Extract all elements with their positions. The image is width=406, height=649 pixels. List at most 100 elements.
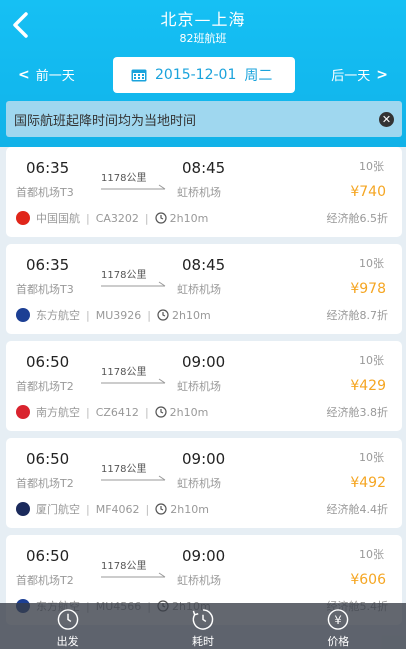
arrival-time: 09:00 bbox=[182, 353, 226, 371]
flight-number: MF4062 bbox=[95, 502, 140, 516]
flight-distance: 1178公里 bbox=[101, 464, 147, 475]
arrival-airport: 虹桥机场 bbox=[177, 574, 221, 587]
flight-number: CA3202 bbox=[95, 211, 139, 225]
separator: | bbox=[144, 211, 149, 225]
departure-time: 06:50 bbox=[26, 353, 70, 371]
airline-name: 厦门航空 bbox=[36, 503, 80, 516]
departure-time: 06:35 bbox=[26, 159, 70, 177]
airline-logo-icon bbox=[16, 211, 30, 225]
selected-weekday: 周二 bbox=[244, 68, 273, 84]
clock-icon bbox=[57, 609, 78, 630]
arrival-time: 08:45 bbox=[182, 256, 226, 274]
arrival-airport: 虹桥机场 bbox=[177, 283, 221, 296]
seats-left: 10张 bbox=[359, 257, 384, 270]
route-arrow-icon bbox=[101, 378, 166, 384]
airline-info: 东方航空 | MU3926 | 2h10m bbox=[16, 307, 211, 323]
previous-day-button[interactable]: < 前一天 bbox=[12, 65, 75, 85]
departure-time: 06:50 bbox=[26, 547, 70, 565]
tab-departure-label: 出发 bbox=[56, 635, 79, 648]
cabin-discount: 经济舱8.7折 bbox=[326, 309, 389, 322]
flight-count: 82班航班 bbox=[179, 32, 227, 45]
flight-duration: 2h10m bbox=[169, 211, 209, 225]
ticket-price: ¥740 bbox=[350, 184, 386, 200]
date-selector-bar: < 前一天 2015-12-01 周二 后一天 > bbox=[0, 57, 406, 93]
airline-logo-icon bbox=[16, 502, 30, 516]
airline-info: 厦门航空 | MF4062 | 2h10m bbox=[16, 501, 209, 517]
clock-icon bbox=[157, 309, 169, 321]
selected-date: 2015-12-01 bbox=[155, 67, 237, 83]
departure-airport: 首都机场T2 bbox=[16, 380, 74, 393]
airline-logo-icon bbox=[16, 405, 30, 419]
yen-glyph: ¥ bbox=[335, 613, 342, 627]
clock-icon bbox=[155, 212, 167, 224]
airline-info: 南方航空 | CZ6412 | 2h10m bbox=[16, 404, 208, 420]
chevron-right-icon: > bbox=[376, 66, 388, 83]
date-picker[interactable]: 2015-12-01 周二 bbox=[113, 57, 295, 93]
flight-number: MU3926 bbox=[95, 308, 142, 322]
clock-icon bbox=[155, 406, 167, 418]
ticket-price: ¥492 bbox=[350, 475, 386, 491]
flight-number: CZ6412 bbox=[95, 405, 139, 419]
flight-card[interactable]: 06:50 1178公里 09:00 首都机场T2 虹桥机场 厦门航空 | MF… bbox=[6, 438, 402, 528]
close-icon[interactable]: ✕ bbox=[379, 112, 394, 127]
clock-icon bbox=[155, 503, 167, 515]
airline-name: 中国国航 bbox=[36, 212, 80, 225]
separator: | bbox=[86, 211, 90, 225]
airline-info: 中国国航 | CA3202 | 2h10m bbox=[16, 210, 208, 226]
tab-price-label: 价格 bbox=[327, 635, 350, 648]
seats-left: 10张 bbox=[359, 354, 384, 367]
airline-name: 南方航空 bbox=[36, 406, 80, 419]
seats-left: 10张 bbox=[359, 548, 384, 561]
arrival-time: 09:00 bbox=[182, 547, 226, 565]
top-header: 北京—上海 82班航班 < 前一天 2015-12-01 周二 后一天 > 国际… bbox=[0, 0, 406, 147]
departure-airport: 首都机场T3 bbox=[16, 283, 74, 296]
cabin-discount: 经济舱3.8折 bbox=[326, 406, 389, 419]
separator: | bbox=[86, 502, 90, 516]
cabin-discount: 经济舱6.5折 bbox=[326, 212, 389, 225]
separator: | bbox=[86, 308, 90, 322]
ticket-price: ¥606 bbox=[350, 572, 386, 588]
flight-duration: 2h10m bbox=[169, 405, 209, 419]
flight-distance: 1178公里 bbox=[101, 270, 147, 281]
calendar-icon bbox=[131, 69, 147, 82]
tab-sort-departure[interactable]: 出发 bbox=[0, 603, 135, 649]
tab-sort-duration[interactable]: 耗时 bbox=[135, 603, 270, 649]
separator: | bbox=[145, 502, 150, 516]
departure-airport: 首都机场T3 bbox=[16, 186, 74, 199]
flight-duration: 2h10m bbox=[171, 308, 211, 322]
departure-airport: 首都机场T2 bbox=[16, 477, 74, 490]
route-arrow-icon bbox=[101, 475, 166, 481]
flight-duration: 2h10m bbox=[170, 502, 209, 516]
timezone-notice: 国际航班起降时间均为当地时间 ✕ bbox=[6, 101, 402, 137]
next-day-label: 后一天 bbox=[331, 69, 371, 84]
sort-tab-bar: 出发 耗时 ¥ 价格 bbox=[0, 603, 406, 649]
route-arrow-icon bbox=[101, 184, 166, 190]
flight-card[interactable]: 06:35 1178公里 08:45 首都机场T3 虹桥机场 东方航空 | MU… bbox=[6, 244, 402, 334]
previous-day-label: 前一天 bbox=[35, 69, 75, 84]
flight-card[interactable]: 06:35 1178公里 08:45 首都机场T3 虹桥机场 中国国航 | CA… bbox=[6, 147, 402, 237]
seats-left: 10张 bbox=[359, 160, 384, 173]
arrival-airport: 虹桥机场 bbox=[177, 477, 221, 490]
tab-sort-price[interactable]: ¥ 价格 bbox=[271, 603, 406, 649]
flight-distance: 1178公里 bbox=[101, 367, 147, 378]
route-arrow-icon bbox=[101, 281, 166, 287]
flight-distance: 1178公里 bbox=[101, 561, 147, 572]
cabin-discount: 经济舱4.4折 bbox=[326, 503, 389, 516]
separator: | bbox=[144, 405, 149, 419]
notice-text: 国际航班起降时间均为当地时间 bbox=[14, 113, 197, 129]
separator: | bbox=[86, 405, 90, 419]
flight-distance: 1178公里 bbox=[101, 173, 147, 184]
route-title: 北京—上海 bbox=[160, 10, 246, 29]
airline-name: 东方航空 bbox=[36, 309, 80, 322]
departure-time: 06:35 bbox=[26, 256, 70, 274]
flight-card[interactable]: 06:50 1178公里 09:00 首都机场T2 虹桥机场 南方航空 | CZ… bbox=[6, 341, 402, 431]
arrival-airport: 虹桥机场 bbox=[177, 186, 221, 199]
route-arrow-icon bbox=[101, 572, 166, 578]
arrival-time: 09:00 bbox=[182, 450, 226, 468]
yen-icon: ¥ bbox=[328, 609, 349, 630]
ticket-price: ¥429 bbox=[350, 378, 386, 394]
separator: | bbox=[147, 308, 151, 322]
next-day-button[interactable]: 后一天 > bbox=[331, 65, 394, 85]
seats-left: 10张 bbox=[359, 451, 384, 464]
arrival-airport: 虹桥机场 bbox=[177, 380, 221, 393]
